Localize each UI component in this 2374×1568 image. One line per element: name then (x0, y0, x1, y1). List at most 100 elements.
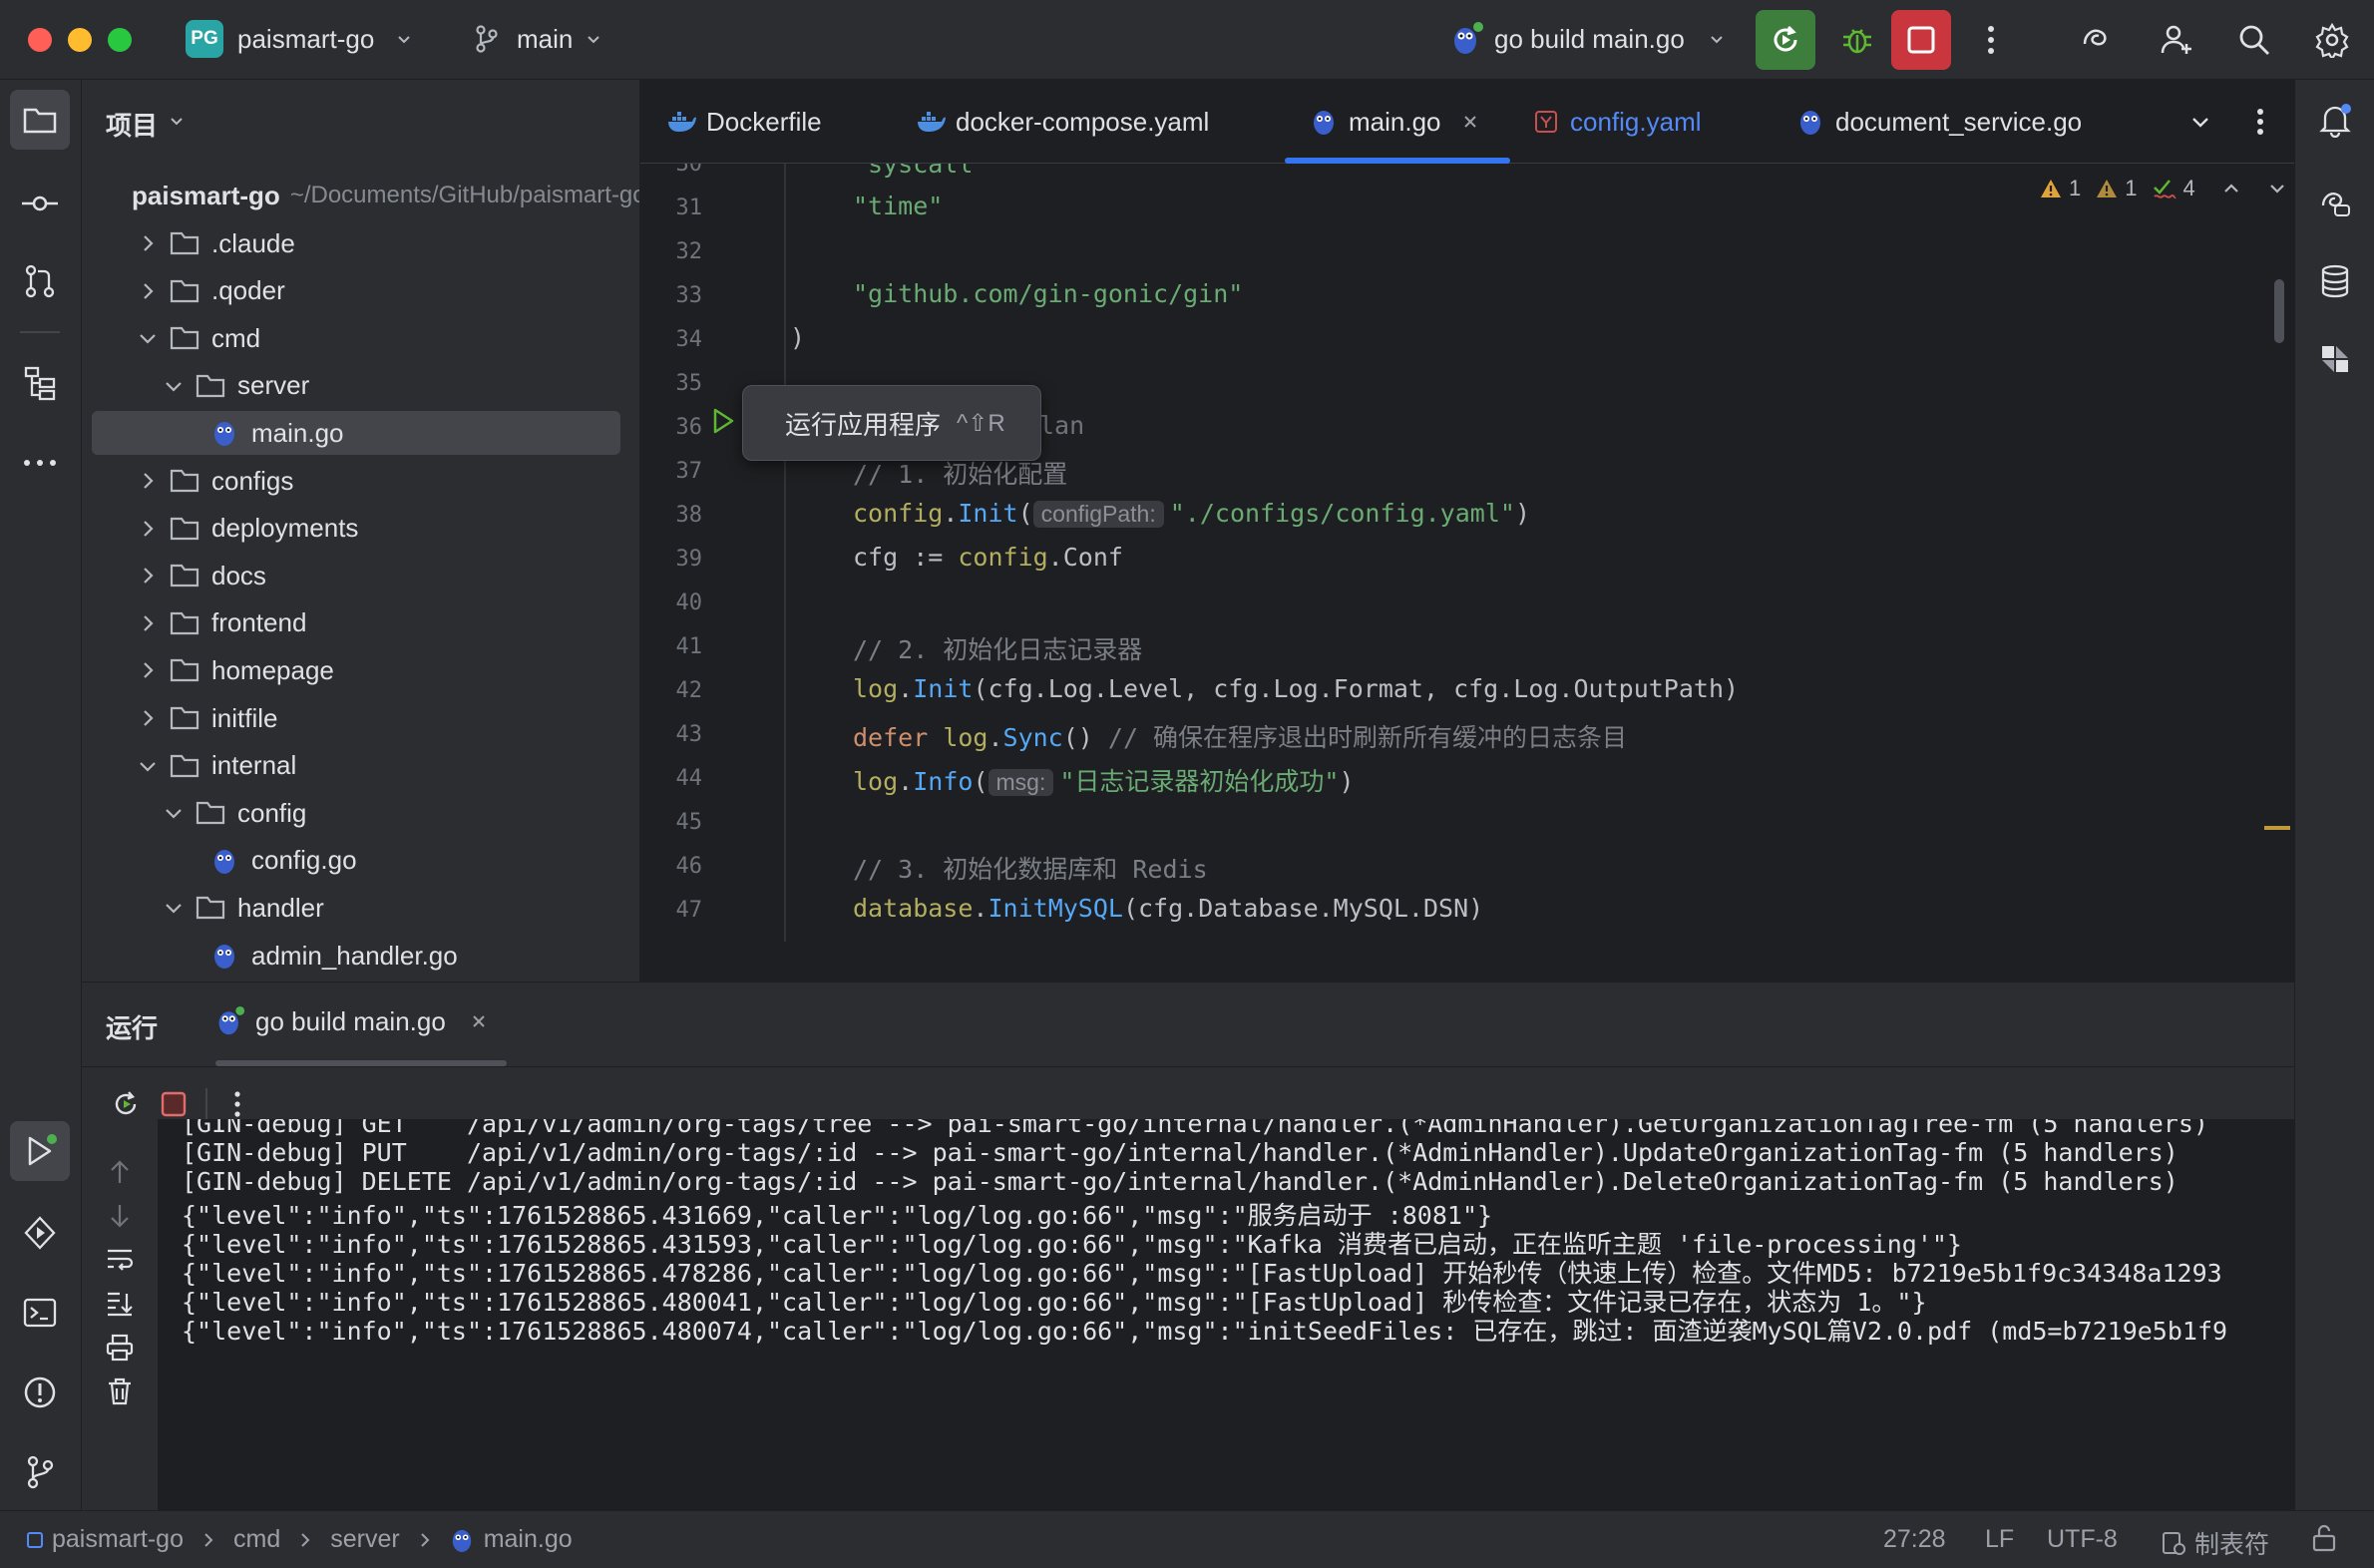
plugin-button[interactable] (2311, 335, 2359, 383)
tree-item[interactable]: homepage (82, 648, 639, 692)
breadcrumb-server[interactable]: server (330, 1525, 399, 1554)
tree-item[interactable]: initfile (82, 696, 639, 740)
readonly-toggle[interactable] (2310, 1523, 2338, 1553)
project-tool-button[interactable] (10, 90, 70, 150)
inspection-widget[interactable]: 1 1 4 (2039, 176, 2287, 201)
commit-tool-button[interactable] (16, 180, 64, 227)
tab-dockerfile[interactable]: Dockerfile (666, 80, 822, 164)
code-editor[interactable]: 30 31 32 33 34 35 36 37 38 39 40 41 42 43 44 45 46 47 1 1… (640, 164, 2294, 981)
breadcrumb-project[interactable]: paismart-go (52, 1525, 184, 1554)
chevron-right-icon[interactable] (136, 564, 160, 588)
notifications-button[interactable] (2311, 96, 2359, 144)
close-icon[interactable] (470, 1012, 488, 1030)
line-separator[interactable]: LF (1985, 1525, 2014, 1554)
stop-button[interactable] (1891, 10, 1951, 70)
close-window-button[interactable] (28, 28, 52, 52)
chevron-right-icon[interactable] (136, 231, 160, 255)
search-button[interactable] (2232, 18, 2276, 62)
tree-item[interactable]: frontend (82, 601, 639, 645)
scroll-up-button[interactable] (100, 1152, 140, 1192)
tree-item-label: server (237, 370, 310, 401)
problems-tool-button[interactable] (16, 1369, 64, 1416)
soft-wrap-icon (108, 1249, 134, 1271)
tree-item[interactable]: deployments (82, 507, 639, 551)
chevron-up-icon[interactable] (2221, 179, 2241, 198)
services-tool-button[interactable] (16, 1209, 64, 1257)
file-encoding[interactable]: UTF-8 (2047, 1525, 2118, 1554)
tab-main-go[interactable]: main.go (1311, 80, 1479, 164)
chevron-right-icon[interactable] (136, 658, 160, 682)
pull-requests-tool-button[interactable] (16, 257, 64, 305)
chevron-down-icon[interactable] (162, 801, 186, 825)
chevron-right-icon[interactable] (136, 279, 160, 303)
print-button[interactable] (100, 1328, 140, 1368)
settings-button[interactable] (2310, 18, 2354, 62)
chevron-right-icon[interactable] (136, 706, 160, 730)
chevron-down-icon[interactable] (2267, 179, 2287, 198)
tree-root[interactable]: paismart-go ~/Documents/GitHub/paismart-… (82, 174, 639, 217)
close-icon[interactable] (1461, 113, 1479, 131)
run-gutter-icon[interactable] (710, 407, 736, 435)
tree-item[interactable]: config.go (82, 839, 639, 883)
clear-console-button[interactable] (100, 1372, 140, 1411)
run-config-selector[interactable]: go build main.go (1494, 24, 1685, 55)
more-vertical-icon (234, 1091, 240, 1117)
scroll-to-end-button[interactable] (100, 1284, 140, 1324)
tree-item[interactable]: config (82, 791, 639, 835)
debug-button[interactable] (1831, 14, 1883, 66)
git-tool-button[interactable] (16, 1448, 64, 1496)
breadcrumb-cmd[interactable]: cmd (233, 1525, 280, 1554)
run-tooltip[interactable]: 运行应用程序 ^⇧R (742, 385, 1041, 461)
console-output[interactable]: [GIN-debug] GET /api/v1/admin/org-tags/t… (158, 1119, 2294, 1510)
tree-item[interactable]: cmd (82, 316, 639, 360)
chevron-down-icon[interactable] (162, 896, 186, 920)
tab-more-button[interactable] (2240, 102, 2280, 142)
tree-item[interactable]: main.go (92, 411, 620, 456)
tree-item[interactable]: .claude (82, 221, 639, 265)
add-collaborator-button[interactable] (2155, 18, 2198, 62)
more-actions-button[interactable] (1971, 20, 2011, 60)
tree-item[interactable]: docs (82, 554, 639, 597)
tab-document-service[interactable]: document_service.go (1797, 80, 2082, 164)
tree-item[interactable]: admin_handler.go (82, 934, 639, 978)
project-switcher[interactable]: paismart-go (237, 24, 374, 55)
chevron-down-icon[interactable] (136, 754, 160, 778)
tree-item[interactable]: internal (82, 744, 639, 788)
terminal-tool-button[interactable] (16, 1289, 64, 1337)
branch-switcher[interactable]: main (517, 24, 573, 55)
code-line-44: log.Info(msg: "日志记录器初始化成功") (853, 767, 1355, 796)
run-tab[interactable]: go build main.go (215, 1004, 488, 1038)
caret-position[interactable]: 27:28 (1883, 1525, 1946, 1554)
tree-item[interactable]: configs (82, 459, 639, 503)
rerun-button[interactable] (1756, 10, 1815, 70)
rerun-button[interactable] (104, 1082, 148, 1126)
structure-tool-button[interactable] (16, 359, 64, 407)
tab-config-yaml[interactable]: config.yaml (1534, 80, 1702, 164)
warning-stripe-marker[interactable] (2264, 826, 2290, 830)
tree-item[interactable]: server (82, 364, 639, 408)
chevron-right-icon[interactable] (136, 469, 160, 493)
tab-docker-compose[interactable]: docker-compose.yaml (916, 80, 1209, 164)
tree-item[interactable]: handler (82, 886, 639, 930)
project-panel-title[interactable]: 项目 (106, 106, 158, 143)
zoom-window-button[interactable] (108, 28, 132, 52)
ai-chat-button[interactable] (2311, 180, 2359, 227)
scroll-down-button[interactable] (100, 1196, 140, 1236)
chevron-right-icon[interactable] (136, 517, 160, 541)
database-button[interactable] (2311, 257, 2359, 305)
minimize-window-button[interactable] (68, 28, 92, 52)
more-tools-button[interactable] (16, 439, 64, 487)
toolbar-divider (205, 1088, 207, 1120)
chevron-right-icon[interactable] (136, 611, 160, 635)
tab-list-button[interactable] (2180, 102, 2220, 142)
ai-assistant-button[interactable] (2075, 18, 2119, 62)
run-tool-button[interactable] (10, 1121, 70, 1181)
indent-setting[interactable]: 制表符 (2161, 1525, 2269, 1561)
soft-wrap-button[interactable] (100, 1240, 140, 1280)
editor-scrollbar[interactable] (2274, 279, 2284, 343)
code-line-30: "syscall" (853, 164, 989, 179)
tree-item[interactable]: .qoder (82, 269, 639, 313)
breadcrumb-file[interactable]: main.go (484, 1525, 573, 1554)
chevron-down-icon[interactable] (136, 326, 160, 350)
chevron-down-icon[interactable] (162, 374, 186, 398)
